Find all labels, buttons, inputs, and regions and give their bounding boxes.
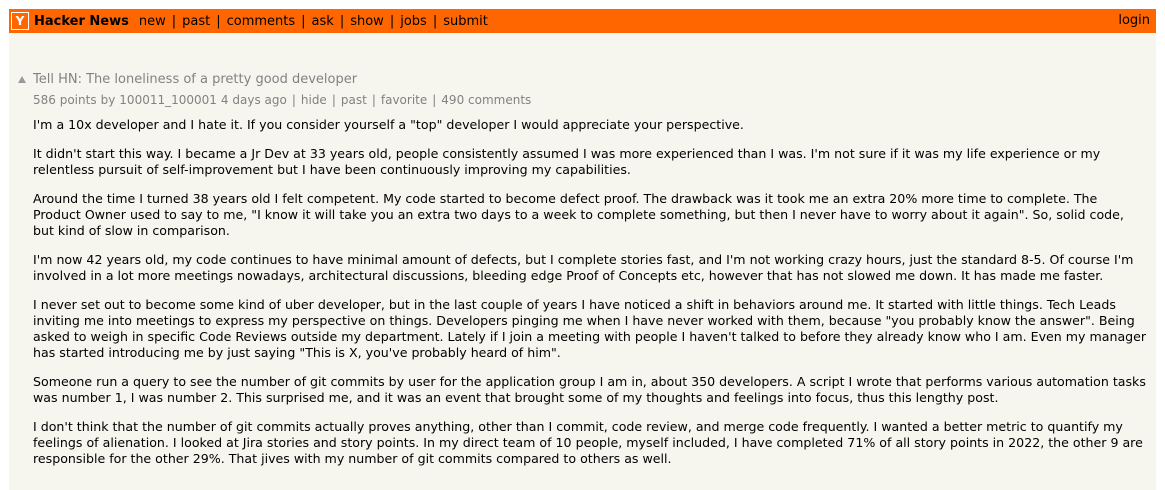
nav-show[interactable]: show <box>350 14 384 29</box>
story-paragraph: I'm now 42 years old, my code continues … <box>33 252 1134 283</box>
nav-links: new | past | comments | ask | show | job… <box>139 14 488 29</box>
subtext-separator: | <box>331 93 336 107</box>
subtext-separator: | <box>432 93 437 107</box>
top-bar: Y Hacker News new | past | comments | as… <box>9 9 1156 33</box>
nav-separator: | <box>389 13 395 29</box>
nav-separator: | <box>216 13 221 29</box>
story-title[interactable]: Tell HN: The loneliness of a pretty good… <box>33 72 357 87</box>
login-link[interactable]: login <box>1118 13 1150 28</box>
story-subtext: 586 points by 100011_100001 4 days ago |… <box>33 93 531 107</box>
nav-new[interactable]: new <box>139 14 166 29</box>
past-link[interactable]: past <box>341 93 367 107</box>
story-paragraph: I'm a 10x developer and I hate it. If yo… <box>33 117 744 132</box>
story-age-link[interactable]: 4 days ago <box>217 93 287 107</box>
upvote-arrow-icon[interactable] <box>18 76 26 83</box>
by-label: by <box>100 93 116 107</box>
story-user-link[interactable]: 100011_100001 <box>119 93 217 107</box>
comments-link[interactable]: 490 comments <box>441 93 531 107</box>
story-points: 586 points <box>33 93 97 107</box>
nav-ask[interactable]: ask <box>312 14 334 29</box>
story-paragraph: It didn't start this way. I became a Jr … <box>33 146 1101 177</box>
nav-separator: | <box>171 13 177 29</box>
story-paragraph: Someone run a query to see the number of… <box>33 374 1146 405</box>
nav-separator: | <box>432 13 438 29</box>
story-paragraph: I don't think that the number of git com… <box>33 419 1143 466</box>
subtext-separator: | <box>371 93 376 107</box>
hn-main: Y Hacker News new | past | comments | as… <box>9 9 1156 490</box>
nav-jobs[interactable]: jobs <box>400 14 427 29</box>
subtext-separator: | <box>291 93 296 107</box>
nav-past[interactable]: past <box>182 14 210 29</box>
story-paragraph: I never set out to become some kind of u… <box>33 297 1147 360</box>
site-name-link[interactable]: Hacker News <box>34 14 129 29</box>
favorite-link[interactable]: favorite <box>381 93 427 107</box>
story-body: I'm a 10x developer and I hate it. If yo… <box>33 117 1148 480</box>
nav-separator: | <box>301 13 306 29</box>
nav-separator: | <box>339 13 345 29</box>
y-logo-icon[interactable]: Y <box>11 12 29 30</box>
hide-link[interactable]: hide <box>301 93 327 107</box>
nav-comments[interactable]: comments <box>227 14 296 29</box>
nav-submit[interactable]: submit <box>443 14 488 29</box>
story-paragraph: Around the time I turned 38 years old I … <box>33 191 1124 238</box>
